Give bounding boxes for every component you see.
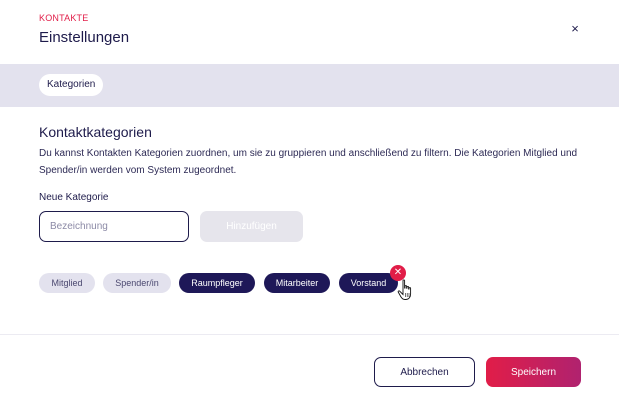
dialog-title: Einstellungen — [39, 29, 130, 46]
footer-divider — [0, 334, 619, 335]
category-chip-vorstand[interactable]: Vorstand — [339, 273, 398, 293]
add-category-button[interactable]: Hinzufügen — [200, 211, 303, 242]
category-chip-mitarbeiter[interactable]: Mitarbeiter — [264, 273, 330, 293]
tab-kategorien[interactable]: Kategorien — [39, 74, 104, 96]
section-title: Kontaktkategorien — [39, 124, 152, 140]
new-category-label: Neue Kategorie — [39, 192, 109, 203]
category-chip-spender[interactable]: Spender/in — [103, 273, 171, 293]
category-chip-mitglied[interactable]: Mitglied — [39, 273, 95, 293]
save-button[interactable]: Speichern — [486, 357, 581, 387]
dialog-header: KONTAKTE Einstellungen × — [0, 0, 619, 64]
hand-pointer-icon — [397, 279, 412, 300]
category-name-input[interactable] — [39, 211, 189, 242]
tab-bar: Kategorien — [0, 64, 619, 107]
close-icon[interactable]: × — [567, 21, 583, 37]
cancel-button[interactable]: Abbrechen — [374, 357, 475, 387]
dialog-eyebrow: KONTAKTE — [39, 13, 89, 23]
category-chip-raumpfleger[interactable]: Raumpfleger — [179, 273, 255, 293]
close-icon: ✕ — [393, 267, 403, 278]
section-description: Du kannst Kontakten Kategorien zuordnen,… — [39, 148, 578, 176]
